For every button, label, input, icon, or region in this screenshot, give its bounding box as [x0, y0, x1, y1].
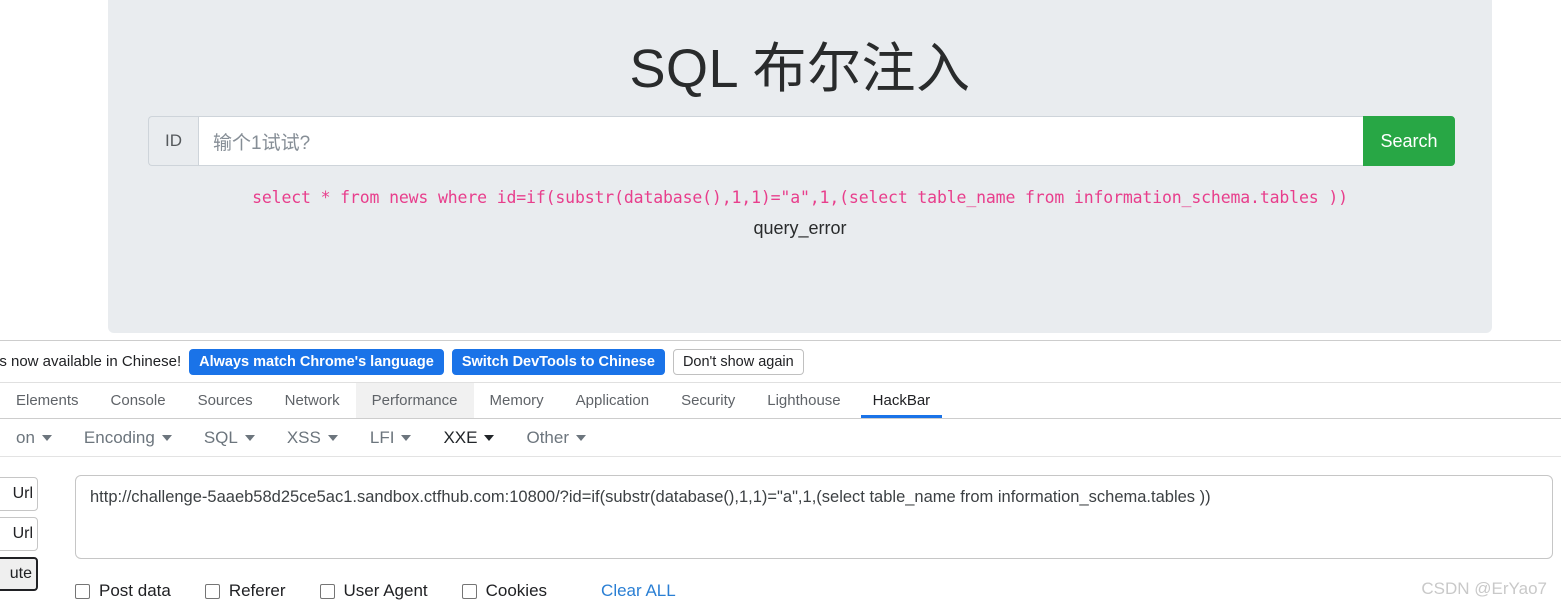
hackbar-menu-other[interactable]: Other [510, 428, 602, 448]
language-banner-message: is now available in Chinese! [0, 353, 182, 370]
execute-button[interactable]: ute [0, 557, 38, 591]
hackbar-menu-action-label: on [16, 427, 35, 447]
hackbar-menu-action[interactable]: on [0, 428, 68, 448]
hackbar-menu-sql[interactable]: SQL [188, 428, 271, 448]
sql-query-text: select * from news where id=if(substr(da… [252, 188, 1348, 207]
hackbar-menu-xss-label: XSS [286, 427, 321, 447]
tab-lighthouse[interactable]: Lighthouse [751, 383, 856, 418]
language-notification-banner: is now available in Chinese! Always matc… [0, 341, 1561, 383]
hackbar-menu-other-label: Other [526, 427, 569, 447]
watermark: CSDN @ErYao7 [1421, 579, 1547, 598]
hackbar-menu-xss[interactable]: XSS [271, 428, 354, 448]
hackbar-menu-encoding[interactable]: Encoding [68, 428, 188, 448]
hackbar-menu-sql-label: SQL [203, 427, 238, 447]
tab-security[interactable]: Security [665, 383, 751, 418]
tab-sources[interactable]: Sources [182, 383, 269, 418]
hackbar-side-buttons: Url Url ute [0, 477, 38, 597]
hackbar-options-row: Post data Referer User Agent Cookies Cle… [75, 581, 1555, 601]
hackbar-menu-lfi-label: LFI [369, 427, 395, 447]
switch-devtools-to-chinese-button[interactable]: Switch DevTools to Chinese [451, 348, 665, 375]
browser-page-viewport: SQL 布尔注入 ID 输个1试试? Search select * from … [0, 0, 1561, 340]
tab-memory[interactable]: Memory [474, 383, 560, 418]
checkbox-cookies[interactable]: Cookies [461, 581, 548, 601]
id-input-label: ID [148, 116, 198, 166]
chevron-down-icon [161, 434, 172, 441]
hackbar-menu-xxe[interactable]: XXE [427, 428, 510, 448]
tab-elements[interactable]: Elements [0, 383, 95, 418]
always-match-chrome-language-button[interactable]: Always match Chrome's language [189, 348, 444, 375]
chevron-down-icon [401, 434, 412, 441]
checkbox-referer-label: Referer [228, 581, 286, 600]
hackbar-menu-encoding-label: Encoding [83, 427, 155, 447]
checkbox-post-data[interactable]: Post data [75, 581, 171, 601]
jumbotron-panel: SQL 布尔注入 ID 输个1试试? Search select * from … [108, 0, 1492, 333]
checkbox-user-agent[interactable]: User Agent [319, 581, 428, 601]
id-input[interactable]: 输个1试试? [198, 116, 1363, 166]
id-search-form: ID 输个1试试? Search [148, 116, 1455, 166]
tab-console[interactable]: Console [95, 383, 182, 418]
checkbox-icon[interactable] [75, 583, 90, 599]
checkbox-cookies-label: Cookies [485, 581, 548, 600]
devtools-panel: is now available in Chinese! Always matc… [0, 340, 1561, 605]
hackbar-menu-lfi[interactable]: LFI [354, 428, 428, 448]
chevron-down-icon [244, 434, 255, 441]
hackbar-menu-bar: on Encoding SQL XSS LFI XXE Other [0, 419, 1561, 457]
chevron-down-icon [41, 434, 52, 441]
tab-application[interactable]: Application [560, 383, 665, 418]
checkbox-icon[interactable] [319, 583, 335, 599]
page-title: SQL 布尔注入 [629, 39, 971, 99]
search-button[interactable]: Search [1363, 116, 1455, 166]
tab-hackbar[interactable]: HackBar [857, 383, 947, 418]
load-url-button[interactable]: Url [0, 477, 38, 511]
tab-performance[interactable]: Performance [355, 383, 474, 418]
checkbox-user-agent-label: User Agent [343, 581, 428, 600]
split-url-button[interactable]: Url [0, 517, 38, 551]
chevron-down-icon [484, 434, 495, 441]
checkbox-post-data-label: Post data [99, 581, 171, 600]
checkbox-referer[interactable]: Referer [204, 581, 286, 601]
checkbox-icon[interactable] [204, 583, 220, 599]
checkbox-icon[interactable] [461, 583, 477, 599]
clear-all-link[interactable]: Clear ALL [601, 581, 676, 601]
chevron-down-icon [576, 434, 586, 441]
hackbar-url-textarea[interactable]: http://challenge-5aaeb58d25ce5ac1.sandbo… [75, 475, 1553, 559]
tab-network[interactable]: Network [269, 383, 356, 418]
query-result-text: query_error [753, 218, 847, 238]
devtools-tab-strip: Elements Console Sources Network Perform… [0, 383, 1561, 419]
chevron-down-icon [327, 434, 338, 441]
dont-show-again-button[interactable]: Don't show again [672, 348, 804, 375]
hackbar-menu-xxe-label: XXE [443, 427, 478, 447]
